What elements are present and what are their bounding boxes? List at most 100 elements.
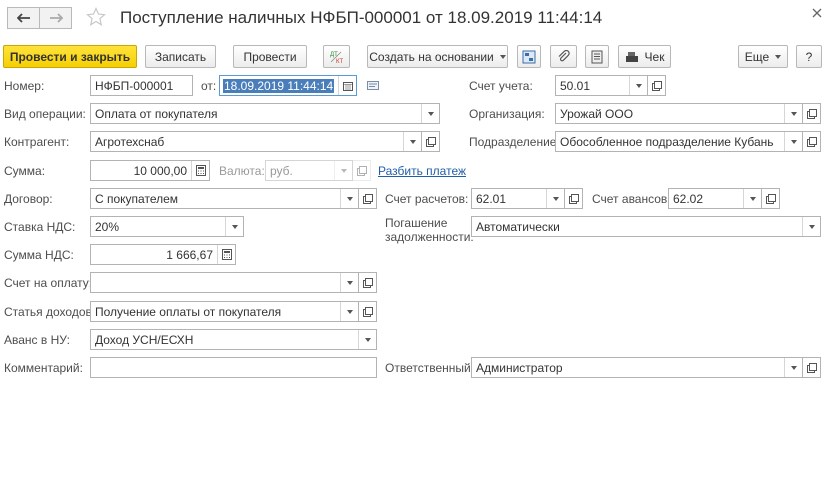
help-button[interactable]: ? xyxy=(796,45,822,68)
settlement-account-label: Счет расчетов: xyxy=(385,192,469,206)
dt-kt-button[interactable]: ДТ КТ xyxy=(323,45,350,68)
chevron-down-icon[interactable] xyxy=(403,132,421,151)
cash-register-icon xyxy=(625,51,638,62)
amount-field[interactable]: 10 000,00 xyxy=(90,160,210,181)
account-field[interactable]: 50.01 xyxy=(555,75,648,96)
paperclip-icon xyxy=(558,49,570,61)
operation-label: Вид операции: xyxy=(4,107,86,121)
chevron-down-icon[interactable] xyxy=(784,132,802,151)
division-open-button[interactable] xyxy=(803,131,821,152)
date-value: 18.09.2019 11:44:14 xyxy=(223,78,335,93)
number-field[interactable]: НФБП-000001 xyxy=(90,75,193,96)
contract-open-button[interactable] xyxy=(359,188,377,209)
open-window-icon xyxy=(806,108,817,119)
favorite-star-icon[interactable] xyxy=(86,7,106,27)
income-item-value: Получение оплаты от покупателя xyxy=(95,304,282,319)
vat-amount-value: 1 666,67 xyxy=(166,247,213,262)
calendar-icon[interactable] xyxy=(338,76,356,95)
counterparty-label: Контрагент: xyxy=(4,135,70,149)
advance-account-field[interactable]: 62.02 xyxy=(668,188,762,209)
open-window-icon xyxy=(362,193,373,204)
income-item-field[interactable]: Получение оплаты от покупателя xyxy=(90,301,359,322)
currency-field: руб. xyxy=(265,160,353,181)
chevron-down-icon[interactable] xyxy=(340,189,358,208)
account-label: Счет учета: xyxy=(469,79,533,93)
organization-field[interactable]: Урожай ООО xyxy=(555,103,803,124)
report-button[interactable] xyxy=(585,45,609,68)
debt-repayment-value: Автоматически xyxy=(476,219,560,234)
division-label: Подразделение: xyxy=(469,135,560,149)
contract-field[interactable]: С покупателем xyxy=(90,188,359,209)
vat-amount-field[interactable]: 1 666,67 xyxy=(90,244,236,265)
chevron-down-icon[interactable] xyxy=(802,217,820,236)
chevron-down-icon[interactable] xyxy=(225,217,243,236)
debt-repayment-label-line1: Погашение xyxy=(385,216,448,230)
create-based-on-button[interactable]: Создать на основании xyxy=(367,45,508,68)
chevron-down-icon[interactable] xyxy=(358,330,376,349)
receipt-button[interactable]: Чек xyxy=(618,45,671,68)
date-label: от: xyxy=(201,79,217,93)
debt-repayment-label-line2: задолженности: xyxy=(385,230,474,244)
contract-label: Договор: xyxy=(4,192,53,206)
settlement-account-value: 62.01 xyxy=(476,191,507,206)
amount-label: Сумма: xyxy=(4,164,46,178)
comment-field[interactable] xyxy=(90,357,377,378)
attach-button[interactable] xyxy=(550,45,577,68)
invoice-open-button[interactable] xyxy=(359,272,377,293)
open-window-icon xyxy=(425,136,436,147)
division-field[interactable]: Обособленное подразделение Кубань xyxy=(555,131,803,152)
chevron-down-icon[interactable] xyxy=(546,189,564,208)
advance-tax-value: Доход УСН/ЕСХН xyxy=(95,332,194,347)
chevron-down-icon xyxy=(334,161,352,180)
more-button[interactable]: Еще xyxy=(738,45,788,68)
dt-kt-icon: ДТ КТ xyxy=(330,51,343,65)
date-field[interactable]: 18.09.2019 11:44:14 xyxy=(219,75,357,96)
calculator-icon[interactable] xyxy=(191,161,209,180)
chevron-down-icon[interactable] xyxy=(784,104,802,123)
advance-account-open-button[interactable] xyxy=(762,188,780,209)
invoice-field[interactable] xyxy=(90,272,359,293)
organization-label: Организация: xyxy=(469,107,545,121)
advance-tax-field[interactable]: Доход УСН/ЕСХН xyxy=(90,329,377,350)
settlement-account-field[interactable]: 62.01 xyxy=(471,188,565,209)
responsible-value: Администратор xyxy=(476,360,563,375)
settlement-account-open-button[interactable] xyxy=(565,188,583,209)
counterparty-open-button[interactable] xyxy=(422,131,440,152)
post-and-close-button[interactable]: Провести и закрыть xyxy=(3,45,137,68)
responsible-open-button[interactable] xyxy=(803,357,821,378)
calculator-icon[interactable] xyxy=(217,245,235,264)
open-window-icon xyxy=(765,193,776,204)
open-window-icon xyxy=(356,165,367,176)
close-icon[interactable] xyxy=(811,7,823,19)
chevron-down-icon[interactable] xyxy=(421,104,439,123)
structure-button[interactable] xyxy=(517,45,541,68)
save-button[interactable]: Записать xyxy=(145,45,216,68)
arrow-right-icon xyxy=(49,13,63,23)
responsible-field[interactable]: Администратор xyxy=(471,357,803,378)
chevron-down-icon[interactable] xyxy=(629,76,647,95)
advance-account-label: Счет авансов: xyxy=(592,192,671,206)
document-list-icon xyxy=(591,50,603,63)
account-value: 50.01 xyxy=(560,78,591,93)
income-item-label: Статья доходов: xyxy=(4,305,96,319)
income-item-open-button[interactable] xyxy=(359,301,377,322)
chevron-down-icon[interactable] xyxy=(743,189,761,208)
receipt-label: Чек xyxy=(644,49,665,64)
operation-value: Оплата от покупателя xyxy=(95,106,218,121)
chevron-down-icon[interactable] xyxy=(340,302,358,321)
operation-field[interactable]: Оплата от покупателя xyxy=(90,103,440,124)
chevron-down-icon[interactable] xyxy=(340,273,358,292)
counterparty-value: Агротехснаб xyxy=(95,134,165,149)
back-button[interactable] xyxy=(7,7,40,29)
vat-rate-field[interactable]: 20% xyxy=(90,216,244,237)
organization-open-button[interactable] xyxy=(803,103,821,124)
chevron-down-icon[interactable] xyxy=(784,358,802,377)
forward-button[interactable] xyxy=(39,7,72,29)
debt-repayment-field[interactable]: Автоматически xyxy=(471,216,821,237)
organization-value: Урожай ООО xyxy=(560,106,634,121)
account-open-button[interactable] xyxy=(648,75,666,96)
post-button[interactable]: Провести xyxy=(233,45,307,68)
counterparty-field[interactable]: Агротехснаб xyxy=(90,131,422,152)
split-payment-link[interactable]: Разбить платеж xyxy=(378,164,466,178)
comment-note-icon[interactable] xyxy=(367,81,379,90)
